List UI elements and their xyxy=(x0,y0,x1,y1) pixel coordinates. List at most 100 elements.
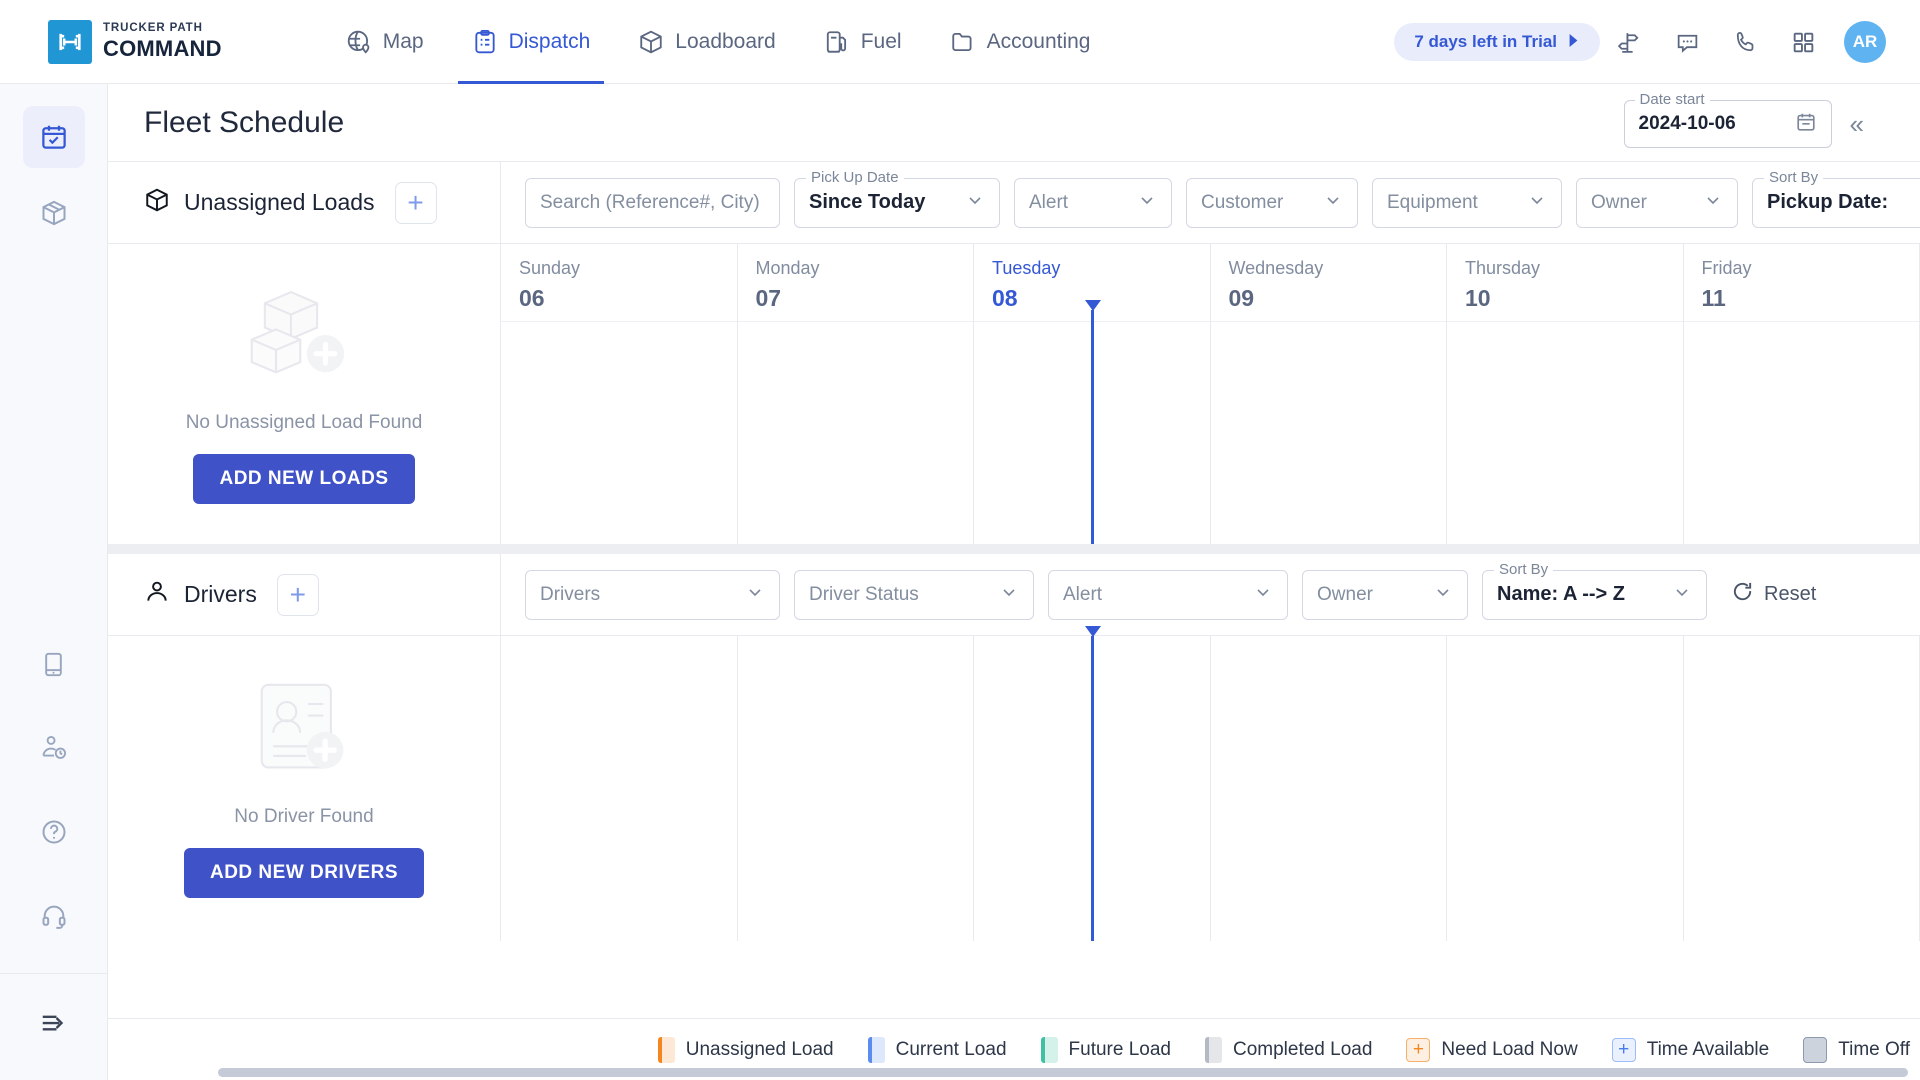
driver-day-column-monday[interactable] xyxy=(738,636,974,941)
drivers-placeholder: Drivers xyxy=(540,583,601,605)
drivers-empty-state: No Driver Found ADD NEW DRIVERS xyxy=(108,636,501,941)
unassigned-loads-filters: Search (Reference#, City) Pick Up Date S… xyxy=(501,168,1920,228)
phone-icon[interactable] xyxy=(1716,13,1774,71)
pickup-date-select[interactable]: Pick Up Date Since Today xyxy=(794,168,1000,228)
add-new-drivers-button[interactable]: ADD NEW DRIVERS xyxy=(183,848,424,898)
drivers-select[interactable]: Drivers xyxy=(525,569,780,620)
rail-item-fleet-schedule[interactable] xyxy=(22,106,85,168)
unassigned-loads-title: Unassigned Loads xyxy=(184,189,375,215)
calendar-icon[interactable] xyxy=(1795,111,1817,138)
chevron-double-left-icon[interactable]: « xyxy=(1850,111,1864,137)
driver-day-column-tuesday[interactable] xyxy=(974,626,1211,941)
day-name: Friday xyxy=(1701,258,1752,278)
rail-item-driver-hours[interactable] xyxy=(23,717,85,779)
driver-day-column-sunday[interactable] xyxy=(501,636,738,941)
customer-select[interactable]: Customer xyxy=(1186,177,1358,228)
day-number: 06 xyxy=(519,285,545,311)
legend-item-need-load-now: + Need Load Now xyxy=(1406,1037,1578,1062)
driver-status-select[interactable]: Driver Status xyxy=(794,569,1034,620)
main-nav-items: Map Dispatch Loadboard Fuel Accounting xyxy=(322,0,1115,84)
drivers-title-cell: Drivers + xyxy=(108,553,501,636)
rail-item-support[interactable] xyxy=(23,885,85,947)
day-header: Wednesday 09 xyxy=(1210,244,1446,322)
driver-day-column-thursday[interactable] xyxy=(1447,636,1684,941)
brand-name-top: TRUCKER PATH xyxy=(103,22,203,35)
driver-card-add-icon xyxy=(250,679,358,784)
legend-swatch xyxy=(1803,1036,1828,1063)
nav-item-accounting[interactable]: Accounting xyxy=(926,0,1115,84)
day-header: Friday 11 xyxy=(1683,244,1919,322)
alert-select[interactable]: Alert xyxy=(1014,177,1172,228)
rail-expand-sidebar[interactable] xyxy=(23,992,85,1054)
nav-item-loadboard[interactable]: Loadboard xyxy=(614,0,799,84)
day-column-friday[interactable]: Friday 11 xyxy=(1683,244,1920,544)
legend-label: Future Load xyxy=(1068,1038,1171,1060)
day-header: Sunday 06 xyxy=(501,244,737,322)
chat-bubble-icon[interactable] xyxy=(1658,13,1716,71)
date-start-field[interactable]: Date start 2024-10-06 xyxy=(1623,91,1832,148)
truck-logo-icon xyxy=(48,19,92,64)
owner-placeholder: Owner xyxy=(1591,191,1647,213)
reset-label: Reset xyxy=(1764,583,1817,605)
brand-logo[interactable]: TRUCKER PATH COMMAND xyxy=(48,19,222,64)
boxes-add-icon xyxy=(248,285,360,390)
driver-alert-select[interactable]: Alert xyxy=(1048,569,1288,620)
signpost-icon[interactable] xyxy=(1600,13,1658,71)
rail-item-tablet[interactable] xyxy=(23,633,85,695)
nav-item-fuel[interactable]: Fuel xyxy=(800,0,926,84)
section-divider-band xyxy=(108,544,1920,554)
driver-day-column-wednesday[interactable] xyxy=(1211,636,1447,941)
search-input-placeholder: Search (Reference#, City) xyxy=(540,191,760,213)
add-driver-button[interactable]: + xyxy=(276,573,319,616)
driver-owner-placeholder: Owner xyxy=(1317,583,1373,605)
legend-label: Completed Load xyxy=(1232,1038,1373,1060)
legend-label: Unassigned Load xyxy=(685,1038,834,1060)
loads-day-grid: Sunday 06 Monday 07 Tuesday 08 Wednesday… xyxy=(501,244,1920,544)
globe-pin-icon xyxy=(346,29,372,55)
unassigned-loads-empty-text: No Unassigned Load Found xyxy=(185,411,423,433)
day-column-wednesday[interactable]: Wednesday 09 xyxy=(1210,244,1447,544)
unassigned-loads-calendar: No Unassigned Load Found ADD NEW LOADS S… xyxy=(108,244,1920,544)
add-new-loads-button[interactable]: ADD NEW LOADS xyxy=(193,453,415,504)
horizontal-scrollbar[interactable] xyxy=(218,1068,1908,1077)
day-column-tuesday[interactable]: Tuesday 08 xyxy=(974,244,1211,544)
trial-status-badge[interactable]: 7 days left in Trial xyxy=(1394,23,1600,61)
reset-filters-button[interactable]: Reset xyxy=(1731,580,1816,609)
day-name: Monday xyxy=(755,258,820,278)
drivers-filters: Drivers Driver Status Alert Owner Sort B… xyxy=(501,560,1920,620)
day-number: 08 xyxy=(992,285,1018,311)
nav-item-map[interactable]: Map xyxy=(322,0,448,84)
nav-item-label: Dispatch xyxy=(508,29,591,53)
sort-by-select-drivers[interactable]: Sort By Name: A --> Z xyxy=(1482,560,1707,620)
drivers-day-grid xyxy=(501,626,1920,941)
box-icon xyxy=(144,187,170,218)
legend-swatch xyxy=(1204,1036,1222,1063)
nav-item-label: Map xyxy=(382,29,424,53)
customer-placeholder: Customer xyxy=(1201,191,1284,213)
chevron-down-icon xyxy=(745,582,765,607)
owner-select[interactable]: Owner xyxy=(1576,177,1738,228)
pickup-date-value: Since Today xyxy=(809,191,926,213)
nav-item-label: Fuel xyxy=(860,29,902,53)
equipment-select[interactable]: Equipment xyxy=(1372,177,1562,228)
search-input[interactable]: Search (Reference#, City) xyxy=(525,177,780,228)
nav-right-group: 7 days left in Trial AR xyxy=(1394,0,1886,84)
grid-apps-icon[interactable] xyxy=(1774,13,1832,71)
sort-by-select-loads[interactable]: Sort By Pickup Date: xyxy=(1752,168,1920,228)
day-column-thursday[interactable]: Thursday 10 xyxy=(1447,244,1684,544)
legend-label: Current Load xyxy=(895,1038,1007,1060)
day-name: Tuesday xyxy=(992,258,1061,278)
user-avatar[interactable]: AR xyxy=(1844,21,1886,63)
day-column-sunday[interactable]: Sunday 06 xyxy=(501,244,738,544)
current-time-indicator xyxy=(1084,300,1101,544)
page-title: Fleet Schedule xyxy=(144,105,345,139)
rail-item-loads[interactable] xyxy=(23,182,85,244)
trial-badge-label: 7 days left in Trial xyxy=(1414,32,1557,51)
driver-day-column-friday[interactable] xyxy=(1684,636,1920,941)
nav-item-dispatch[interactable]: Dispatch xyxy=(448,0,615,84)
driver-alert-placeholder: Alert xyxy=(1063,583,1103,605)
driver-owner-select[interactable]: Owner xyxy=(1302,569,1468,620)
rail-item-help[interactable] xyxy=(23,801,85,863)
add-load-button[interactable]: + xyxy=(394,181,437,224)
day-column-monday[interactable]: Monday 07 xyxy=(737,244,974,544)
